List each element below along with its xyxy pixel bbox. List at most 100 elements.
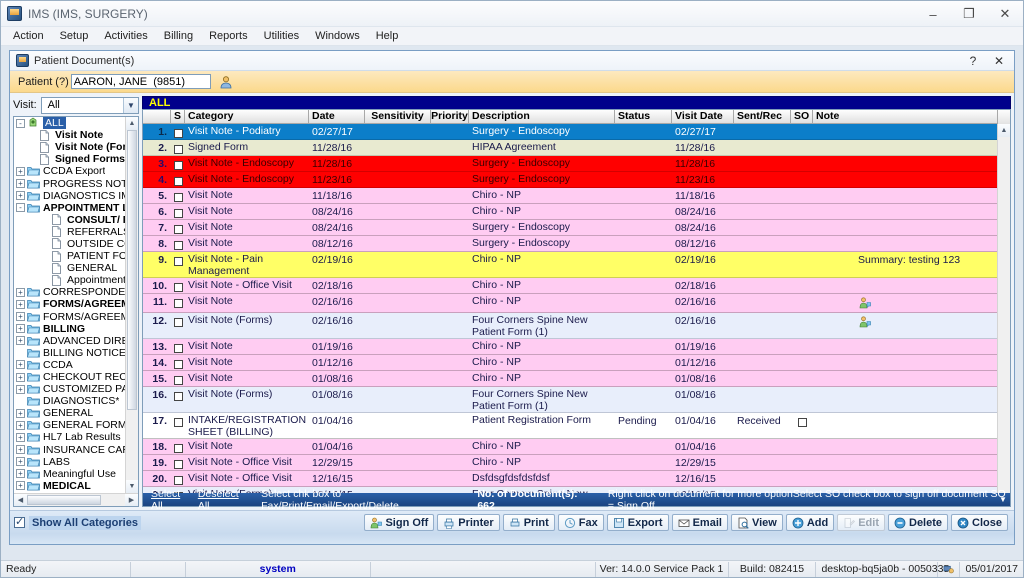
cell-sign-off[interactable]	[791, 413, 813, 427]
checkbox-icon[interactable]	[173, 257, 183, 266]
table-row[interactable]: 13. Visit Note 01/19/16 Chiro - NP 01/19/16	[143, 339, 1010, 355]
grid-column-header[interactable]: Note	[813, 110, 998, 124]
menu-help[interactable]: Help	[368, 28, 407, 44]
table-row[interactable]: 14. Visit Note 01/12/16 Chiro - NP 01/12/16	[143, 355, 1010, 371]
tree-node[interactable]: + CCDA Export	[14, 165, 125, 177]
tree-node[interactable]: + BILLING	[14, 323, 125, 335]
tree-node[interactable]: + MEDICAL	[14, 480, 125, 492]
tree-node[interactable]: + HL7 Lab Results	[14, 431, 125, 443]
table-row[interactable]: 5. Visit Note 11/18/16 Chiro - NP 11/18/16	[143, 188, 1010, 204]
row-select-checkbox[interactable]	[171, 471, 185, 485]
add-button[interactable]: Add	[785, 514, 835, 531]
expand-icon[interactable]: +	[16, 372, 25, 382]
expand-icon[interactable]: +	[16, 179, 25, 189]
tree-vertical-scrollbar[interactable]: ▲ ▼	[125, 117, 138, 493]
tree-hscroll-track[interactable]	[27, 494, 125, 506]
table-row[interactable]: 16. Visit Note (Forms) 01/08/16 Four Corner…	[143, 387, 1010, 413]
grid-column-header[interactable]: Status	[615, 110, 672, 124]
close-button[interactable]: ✕	[987, 1, 1023, 27]
grid-column-header[interactable]: Date	[309, 110, 365, 124]
table-row[interactable]: 10. Visit Note - Office Visit 02/18/16 Chir…	[143, 278, 1010, 294]
sign-off-checkbox-icon[interactable]	[797, 418, 807, 427]
close-button[interactable]: Close	[951, 514, 1008, 531]
checkbox-icon[interactable]	[173, 392, 183, 401]
row-select-checkbox[interactable]	[171, 236, 185, 250]
expand-icon[interactable]: +	[16, 384, 25, 394]
checkbox-icon[interactable]	[173, 360, 183, 369]
row-select-checkbox[interactable]	[171, 294, 185, 308]
checkbox-icon[interactable]	[173, 344, 183, 353]
tree-node[interactable]: BILLING NOTICES	[14, 347, 125, 359]
grid-column-header[interactable]: Category	[185, 110, 309, 124]
row-select-checkbox[interactable]	[171, 387, 185, 401]
row-select-checkbox[interactable]	[171, 455, 185, 469]
patient-input[interactable]	[70, 74, 211, 89]
tree-node[interactable]: + FORMS/AGREEM	[14, 298, 125, 310]
table-row[interactable]: 7. Visit Note 08/24/16 Surgery - Endoscopy 0…	[143, 220, 1010, 236]
checkbox-icon[interactable]	[173, 283, 183, 292]
tree-node[interactable]: REFERRALS	[14, 226, 125, 238]
grid-footer-dropdown-icon[interactable]: ▼	[997, 495, 1009, 504]
grid-column-header[interactable]: SO	[791, 110, 813, 124]
expand-icon[interactable]: +	[16, 360, 25, 370]
checkbox-icon[interactable]	[173, 376, 183, 385]
table-row[interactable]: 2. Signed Form 11/28/16 HIPAA Agreement 11/2…	[143, 140, 1010, 156]
checkbox-icon[interactable]	[173, 225, 183, 234]
table-row[interactable]: 1. Visit Note - Podiatry 02/27/17 Surgery -…	[143, 124, 1010, 140]
expand-icon[interactable]: +	[16, 324, 25, 334]
menu-action[interactable]: Action	[5, 28, 52, 44]
checkbox-icon[interactable]	[173, 145, 183, 154]
checkbox-icon[interactable]	[173, 444, 183, 453]
expand-icon[interactable]: +	[16, 481, 25, 491]
checkbox-icon[interactable]	[173, 318, 183, 327]
window-close-button[interactable]: ✕	[986, 54, 1012, 68]
row-select-checkbox[interactable]	[171, 220, 185, 234]
checkbox-icon[interactable]	[173, 161, 183, 170]
table-row[interactable]: 20. Visit Note - Office Visit 12/16/15 Dsfd…	[143, 471, 1010, 487]
deselect-all-link[interactable]: Deselect All	[198, 488, 247, 512]
checkbox-icon[interactable]	[173, 193, 183, 202]
show-all-categories-checkbox[interactable]: Show All Categories	[14, 515, 141, 530]
tree-node[interactable]: + LABS	[14, 456, 125, 468]
sign-off-button[interactable]: Sign Off	[364, 514, 435, 531]
row-select-checkbox[interactable]	[171, 172, 185, 186]
row-select-checkbox[interactable]	[171, 188, 185, 202]
row-select-checkbox[interactable]	[171, 156, 185, 170]
tree-horizontal-scrollbar[interactable]: ◀ ▶	[14, 493, 138, 506]
expand-icon[interactable]: +	[16, 166, 25, 176]
grid-column-header[interactable]: Visit Date	[672, 110, 734, 124]
printer-button[interactable]: Printer	[437, 514, 500, 531]
checkbox-icon[interactable]	[173, 299, 183, 308]
print-button[interactable]: Print	[502, 514, 555, 531]
grid-column-header[interactable]: Description	[469, 110, 615, 124]
tree-node[interactable]: + CHECKOUT RECEIP	[14, 371, 125, 383]
menu-billing[interactable]: Billing	[156, 28, 201, 44]
tree-node[interactable]: + PROGRESS NOTES	[14, 177, 125, 190]
tree-node[interactable]: CONSULT/ RE	[14, 214, 125, 226]
tree-node[interactable]: + ADVANCED DIRECT	[14, 335, 125, 347]
checkbox-icon[interactable]	[173, 241, 183, 250]
expand-icon[interactable]: +	[16, 445, 25, 455]
row-select-checkbox[interactable]	[171, 140, 185, 154]
tree-node[interactable]: Visit Note	[14, 129, 125, 141]
collapse-icon[interactable]: -	[16, 118, 25, 128]
tree-node[interactable]: + DIAGNOSTICS IMAG	[14, 190, 125, 202]
tree-node[interactable]: Signed Forms	[14, 153, 125, 165]
help-button[interactable]: ?	[960, 54, 986, 68]
row-select-checkbox[interactable]	[171, 371, 185, 385]
row-select-checkbox[interactable]	[171, 313, 185, 327]
expand-icon[interactable]: +	[16, 420, 25, 430]
tree-node[interactable]: - APPOINTMENT LI	[14, 202, 125, 214]
chevron-down-icon[interactable]: ▼	[123, 97, 138, 113]
tree-node[interactable]: Appointment Lette	[14, 274, 125, 286]
collapse-icon[interactable]: -	[16, 203, 25, 213]
row-select-checkbox[interactable]	[171, 278, 185, 292]
menu-windows[interactable]: Windows	[307, 28, 368, 44]
tree-node[interactable]: Visit Note (Forms)	[14, 141, 125, 153]
category-tree[interactable]: - ALLVisit NoteVisit Note (Forms)Signed F…	[13, 116, 139, 507]
tree-node[interactable]: PATIENT FORMS	[14, 250, 125, 262]
grid-column-header[interactable]	[143, 110, 171, 124]
email-button[interactable]: Email	[671, 514, 728, 531]
table-row[interactable]: 17. INTAKE/REGISTRATION SHEET (BILLING) 01…	[143, 413, 1010, 439]
checkbox-icon[interactable]	[173, 460, 183, 469]
